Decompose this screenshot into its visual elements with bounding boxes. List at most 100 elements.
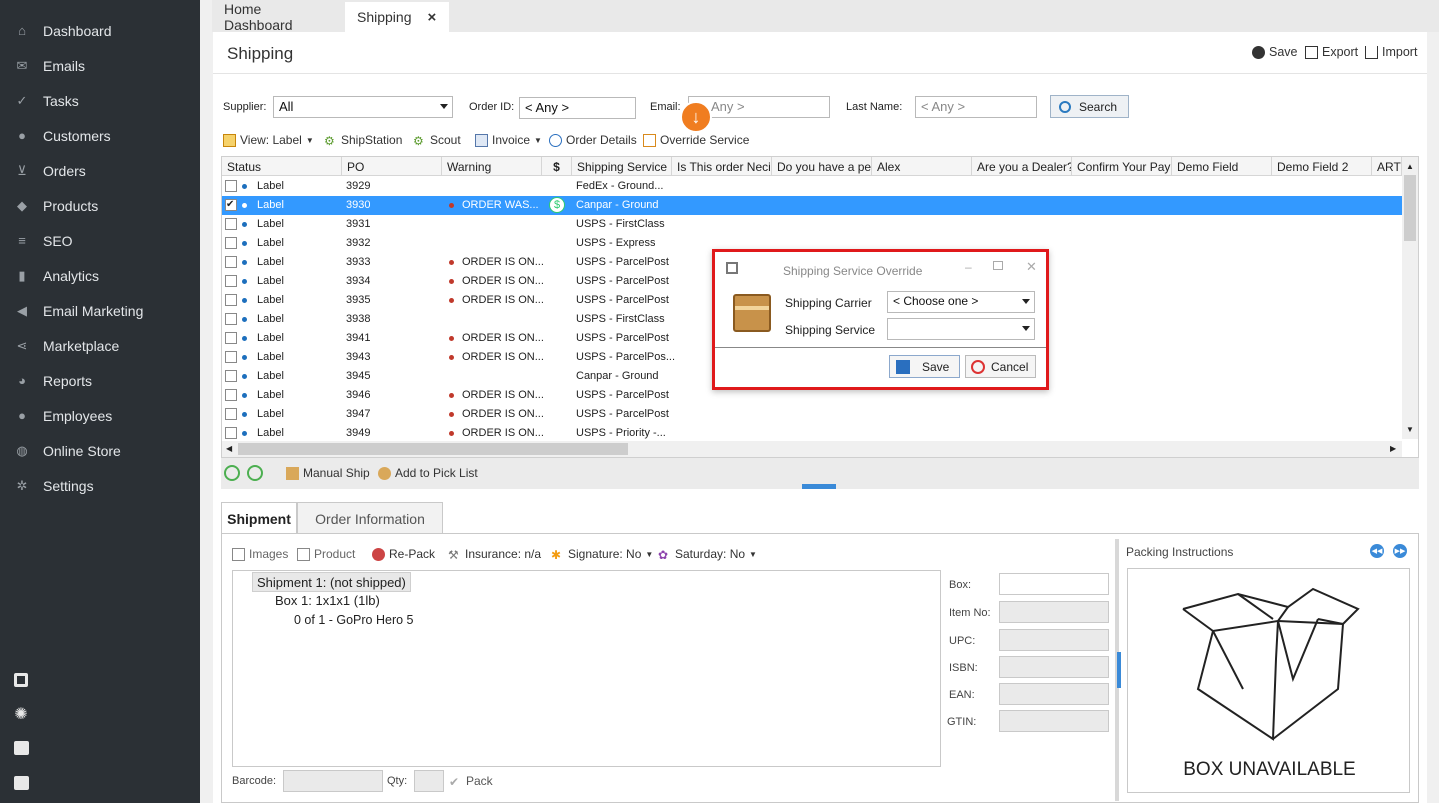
supplier-select[interactable]: All (273, 96, 453, 118)
close-icon[interactable]: ✕ (1026, 259, 1037, 275)
row-checkbox[interactable] (225, 427, 237, 439)
last-name-input[interactable]: < Any > (915, 96, 1037, 118)
column-dollar[interactable]: $ (542, 157, 572, 176)
splitter-handle[interactable] (802, 484, 836, 489)
column-do-you-have[interactable]: Do you have a pe (772, 157, 872, 176)
shipstation-button[interactable]: ⚙ ShipStation (324, 133, 402, 148)
row-checkbox[interactable] (225, 408, 237, 420)
sidebar-item-analytics[interactable]: ▮ Analytics (0, 258, 200, 293)
table-row[interactable]: ✔ Label 3930 ORDER WAS... $ Canpar - Ground (222, 196, 1402, 215)
add-to-pick-list-button[interactable]: Add to Pick List (378, 466, 478, 480)
column-dealer[interactable]: Are you a Dealer? (972, 157, 1072, 176)
sidebar-item-settings[interactable]: ✲ Settings (0, 468, 200, 503)
row-checkbox[interactable] (225, 313, 237, 325)
repack-button[interactable]: Re-Pack (372, 547, 435, 561)
row-checkbox[interactable] (225, 351, 237, 363)
sidebar-item-emails[interactable]: ✉ Emails (0, 48, 200, 83)
saturday-dropdown[interactable]: ✿ Saturday: No ▼ (658, 547, 757, 562)
invoice-dropdown[interactable]: Invoice ▼ (475, 133, 542, 147)
column-confirm-pay[interactable]: Confirm Your Pay (1072, 157, 1172, 176)
splitter-handle[interactable] (1117, 652, 1121, 688)
sidebar-item-orders[interactable]: ⊻ Orders (0, 153, 200, 188)
sidebar-item-seo[interactable]: ≡ SEO (0, 223, 200, 258)
save-button[interactable]: Save (1252, 45, 1298, 59)
row-checkbox[interactable] (225, 256, 237, 268)
sidebar-item-employees[interactable]: ● Employees (0, 398, 200, 433)
sidebar-item-tasks[interactable]: ✓ Tasks (0, 83, 200, 118)
next-icon[interactable]: ▶▶ (1393, 544, 1407, 558)
order-id-input[interactable]: < Any > (519, 97, 636, 119)
chevron-up-icon[interactable]: ▲ (1406, 162, 1414, 171)
pack-button[interactable]: ✔ Pack (449, 774, 493, 789)
tree-node-box[interactable]: Box 1: 1x1x1 (1lb) (275, 593, 380, 608)
accept-circle-icon[interactable] (224, 465, 240, 481)
table-row[interactable]: Label 3949 ORDER IS ON... USPS - Priority -… (222, 424, 1402, 439)
tab-shipment[interactable]: Shipment (221, 502, 297, 534)
sidebar-item-customers[interactable]: ● Customers (0, 118, 200, 153)
override-service-button[interactable]: Override Service (643, 133, 749, 147)
column-arth[interactable]: ARTH (1372, 157, 1402, 176)
scroll-thumb[interactable] (1404, 175, 1416, 241)
tree-node-shipment[interactable]: Shipment 1: (not shipped) (252, 572, 411, 592)
shipping-service-select[interactable] (887, 318, 1035, 340)
close-icon[interactable]: × (428, 9, 437, 26)
minus-circle-icon[interactable] (247, 465, 263, 481)
search-button[interactable]: Search (1050, 95, 1129, 118)
row-checkbox[interactable] (225, 294, 237, 306)
chevron-right-icon[interactable]: ▶ (1390, 444, 1396, 453)
order-details-button[interactable]: Order Details (549, 133, 637, 147)
insurance-button[interactable]: ⚒ Insurance: n/a (448, 547, 541, 562)
minimize-icon[interactable]: – (965, 260, 972, 274)
table-row[interactable]: Label 3947 ORDER IS ON... USPS - ParcelPost (222, 405, 1402, 424)
row-checkbox[interactable] (225, 237, 237, 249)
lightbulb-icon[interactable]: ✺ (12, 705, 30, 723)
row-checkbox[interactable] (225, 389, 237, 401)
scroll-thumb[interactable] (238, 443, 628, 455)
images-button[interactable]: Images (232, 547, 288, 561)
row-checkbox[interactable] (225, 332, 237, 344)
qty-input[interactable] (414, 770, 444, 792)
view-label-dropdown[interactable]: View: Label ▼ (223, 133, 314, 147)
column-demo-field[interactable]: Demo Field (1172, 157, 1272, 176)
column-po[interactable]: PO (342, 157, 442, 176)
tab-home-dashboard[interactable]: Home Dashboard (212, 1, 344, 33)
signature-dropdown[interactable]: ✱ Signature: No ▼ (551, 547, 653, 562)
table-row[interactable]: Label 3931 USPS - FirstClass (222, 215, 1402, 234)
import-button[interactable]: Import (1365, 45, 1417, 59)
calendar-icon[interactable] (12, 774, 30, 792)
sidebar-item-online-store[interactable]: ◍ Online Store (0, 433, 200, 468)
horizontal-scrollbar[interactable]: ◀ ▶ (222, 441, 1402, 457)
column-is-this-order[interactable]: Is This order Neci (672, 157, 772, 176)
row-checkbox[interactable] (225, 275, 237, 287)
column-status[interactable]: Status (222, 157, 342, 176)
tab-order-information[interactable]: Order Information (297, 502, 443, 534)
row-checkbox[interactable] (225, 370, 237, 382)
row-checkbox[interactable]: ✔ (225, 199, 237, 211)
manual-ship-button[interactable]: Manual Ship (286, 466, 370, 480)
table-row[interactable]: Label 3929 FedEx - Ground... (222, 177, 1402, 196)
tab-shipping[interactable]: Shipping × (345, 2, 449, 32)
column-shipping-service[interactable]: Shipping Service (572, 157, 672, 176)
sidebar-item-dashboard[interactable]: ⌂ Dashboard (0, 13, 200, 48)
tree-node-item[interactable]: 0 of 1 - GoPro Hero 5 (294, 613, 414, 627)
dialog-cancel-button[interactable]: Cancel (965, 355, 1036, 378)
barcode-input[interactable] (283, 770, 383, 792)
column-demo-field-2[interactable]: Demo Field 2 (1272, 157, 1372, 176)
column-alex[interactable]: Alex (872, 157, 972, 176)
row-checkbox[interactable] (225, 218, 237, 230)
scout-button[interactable]: ⚙ Scout (413, 133, 461, 148)
sidebar-item-marketplace[interactable]: ⋖ Marketplace (0, 328, 200, 363)
chevron-left-icon[interactable]: ◀ (226, 444, 232, 453)
row-checkbox[interactable] (225, 180, 237, 192)
sidebar-item-email-marketing[interactable]: ◀ Email Marketing (0, 293, 200, 328)
product-button[interactable]: Product (297, 547, 355, 561)
maximize-icon[interactable] (993, 261, 1003, 270)
windows-icon[interactable] (12, 671, 30, 689)
export-button[interactable]: Export (1305, 45, 1358, 59)
calculator-icon[interactable] (12, 739, 30, 757)
sidebar-item-reports[interactable]: ◕ Reports (0, 363, 200, 398)
vertical-scrollbar[interactable]: ▲ ▼ (1402, 157, 1418, 439)
sidebar-item-products[interactable]: ◆ Products (0, 188, 200, 223)
previous-icon[interactable]: ◀◀ (1370, 544, 1384, 558)
shipping-carrier-select[interactable]: < Choose one > (887, 291, 1035, 313)
